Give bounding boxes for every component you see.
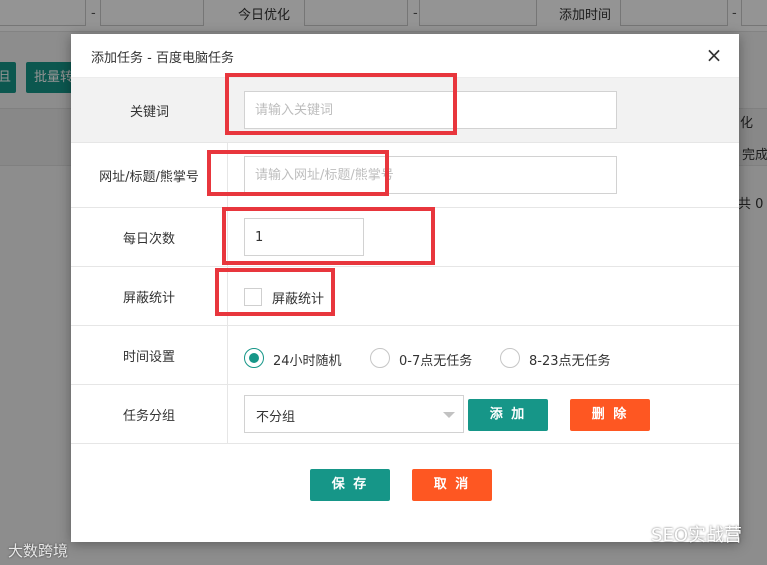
dialog-title: 添加任务 - 百度电脑任务 bbox=[91, 51, 234, 66]
cancel-button[interactable]: 取 消 bbox=[412, 469, 492, 501]
save-button[interactable]: 保 存 bbox=[310, 469, 390, 501]
radio-24h-random[interactable] bbox=[244, 348, 264, 368]
url-label: 网址/标题/熊掌号 bbox=[71, 143, 228, 207]
time-setting-row: 时间设置 24小时随机 0-7点无任务 8-23点无任务 bbox=[71, 326, 739, 385]
shield-stats-checkbox-label[interactable]: 屏蔽统计 bbox=[272, 288, 324, 307]
watermark-left: 大数跨境 bbox=[8, 542, 69, 560]
task-group-selected: 不分组 bbox=[256, 410, 296, 425]
url-row: 网址/标题/熊掌号 bbox=[71, 143, 739, 208]
shield-stats-row: 屏蔽统计 屏蔽统计 bbox=[71, 267, 739, 326]
keyword-label: 关键词 bbox=[129, 104, 169, 120]
add-group-button[interactable]: 添 加 bbox=[468, 399, 548, 431]
watermark-right: SEO实战营 bbox=[651, 525, 742, 546]
close-icon[interactable]: × bbox=[703, 44, 725, 66]
task-group-row: 任务分组 不分组 添 加 删 除 bbox=[71, 385, 739, 444]
keyword-input[interactable] bbox=[244, 91, 617, 129]
add-task-dialog: 添加任务 - 百度电脑任务 × 关键词 网址/标题/熊掌号 每日次数 屏蔽统计 … bbox=[71, 34, 739, 542]
radio-8-23-no-task[interactable] bbox=[500, 348, 520, 368]
time-setting-label: 时间设置 bbox=[71, 326, 228, 384]
radio-24h-random-label[interactable]: 24小时随机 bbox=[273, 350, 342, 369]
shield-stats-checkbox[interactable] bbox=[244, 288, 262, 306]
keyword-row: 关键词 bbox=[71, 78, 739, 143]
daily-count-input[interactable] bbox=[244, 218, 364, 256]
shield-stats-label: 屏蔽统计 bbox=[71, 267, 228, 325]
url-title-input[interactable] bbox=[244, 156, 617, 194]
radio-8-23-no-task-label[interactable]: 8-23点无任务 bbox=[529, 350, 611, 369]
task-group-label: 任务分组 bbox=[71, 385, 228, 443]
dialog-header: 添加任务 - 百度电脑任务 × bbox=[71, 34, 739, 78]
delete-group-button[interactable]: 删 除 bbox=[570, 399, 650, 431]
task-group-select[interactable]: 不分组 bbox=[244, 395, 464, 433]
chevron-down-icon bbox=[443, 412, 455, 418]
daily-count-row: 每日次数 bbox=[71, 208, 739, 267]
radio-0-7-no-task[interactable] bbox=[370, 348, 390, 368]
radio-0-7-no-task-label[interactable]: 0-7点无任务 bbox=[399, 350, 472, 369]
daily-count-label: 每日次数 bbox=[71, 208, 228, 266]
